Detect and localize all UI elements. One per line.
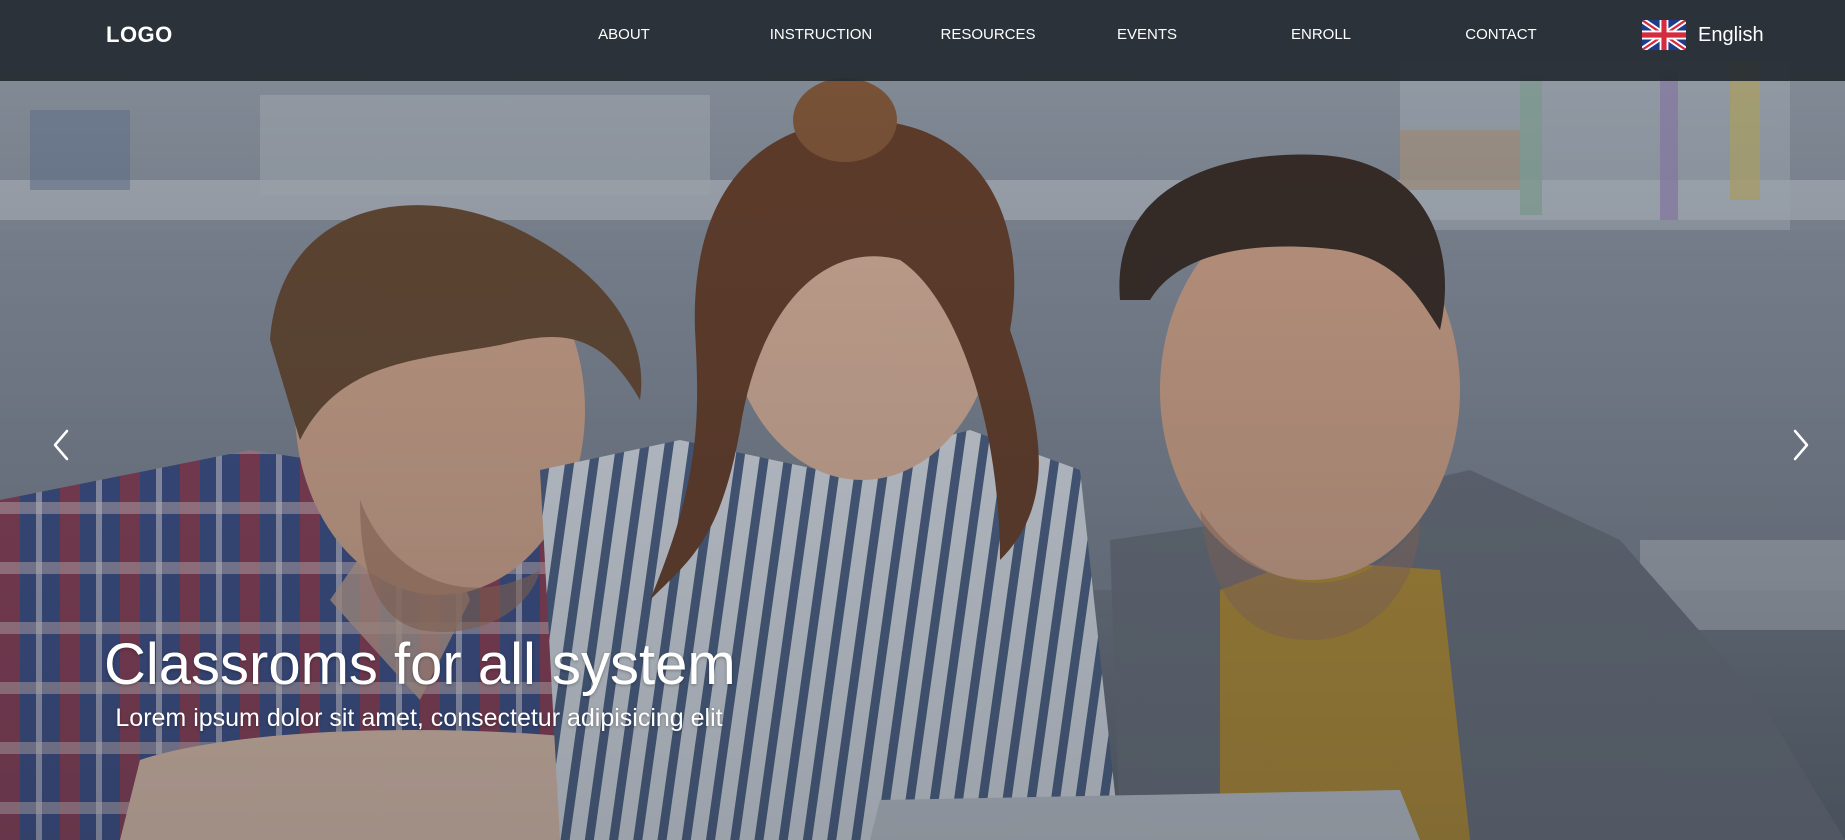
navbar: LOGO ABOUT INSTRUCTION RESOURCES EVENTS …: [0, 0, 1845, 81]
uk-flag-icon: [1642, 20, 1686, 50]
hero-caption: Classroms for all system Lorem ipsum dol…: [104, 630, 784, 737]
nav-contact[interactable]: CONTACT: [1465, 26, 1536, 43]
hero-section: LOGO ABOUT INSTRUCTION RESOURCES EVENTS …: [0, 0, 1845, 840]
hero-title: Classroms for all system: [104, 632, 736, 697]
nav-events[interactable]: EVENTS: [1117, 26, 1177, 43]
hero-subtitle: Lorem ipsum dolor sit amet, consectetur …: [115, 704, 723, 732]
language-selector[interactable]: English: [1642, 19, 1764, 51]
nav-about[interactable]: ABOUT: [598, 26, 650, 43]
chevron-right-icon: [1793, 429, 1809, 461]
language-label: English: [1698, 23, 1764, 46]
nav-enroll[interactable]: ENROLL: [1291, 26, 1351, 43]
carousel-prev-button[interactable]: [41, 425, 81, 465]
carousel-next-button[interactable]: [1781, 425, 1821, 465]
nav-resources[interactable]: RESOURCES: [940, 26, 1035, 43]
chevron-left-icon: [53, 429, 69, 461]
nav-instruction[interactable]: INSTRUCTION: [770, 26, 873, 43]
logo[interactable]: LOGO: [106, 22, 173, 48]
